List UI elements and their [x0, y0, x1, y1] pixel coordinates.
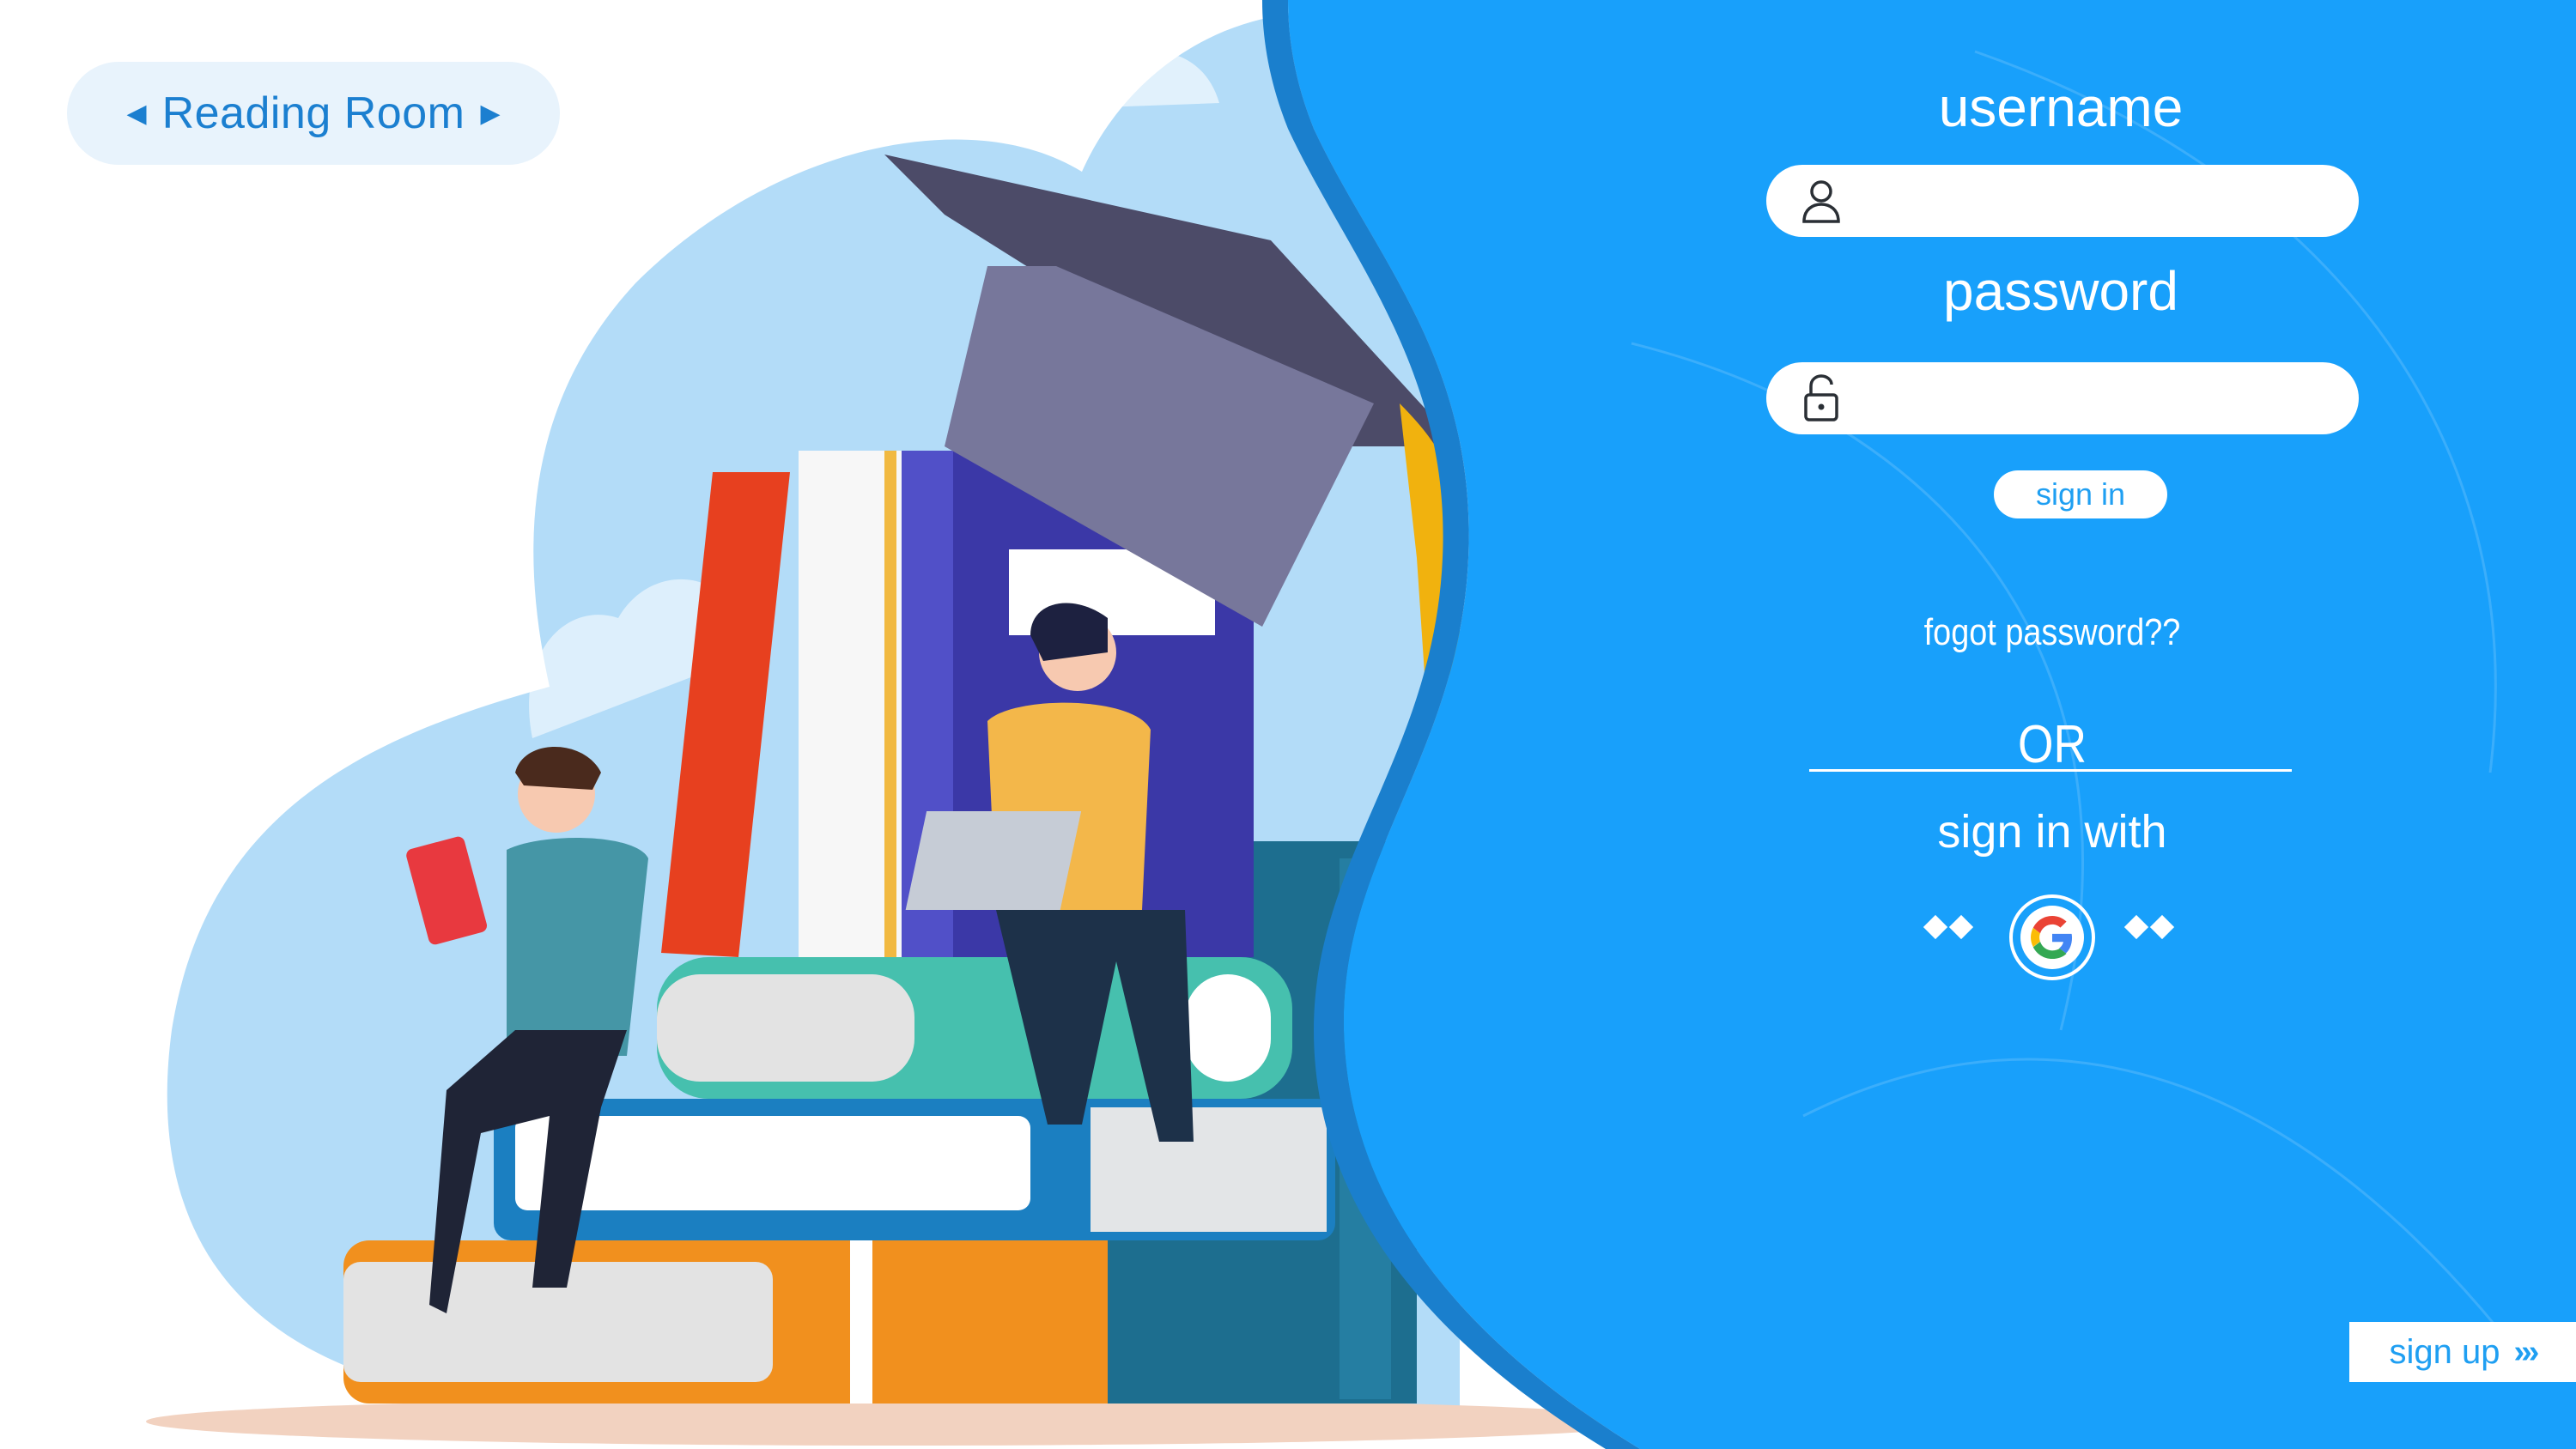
password-input[interactable]: [1862, 378, 2333, 419]
triple-chevron-right-icon: ›››: [2513, 1333, 2540, 1370]
forgot-password-link[interactable]: fogot password??: [1882, 611, 2222, 654]
sign-up-button[interactable]: sign up ›››: [2349, 1322, 2576, 1382]
password-label: password: [1943, 260, 2178, 322]
sign-in-with-label: sign in with: [1937, 806, 2167, 858]
username-label: username: [1938, 76, 2184, 138]
book-white-stripe: [884, 451, 896, 957]
diamond-icon: [1948, 914, 1974, 940]
brand-pill[interactable]: ◀ Reading Room ▶: [67, 62, 560, 165]
password-field[interactable]: [1766, 362, 2359, 434]
cloud-puff-top: [987, 52, 1219, 112]
diamond-icon: [2123, 914, 2149, 940]
man-hair: [1030, 603, 1108, 661]
diamond-icon: [2149, 914, 2175, 940]
brand-name: Reading Room: [161, 88, 465, 138]
username-input[interactable]: [1862, 180, 2333, 221]
sign-in-button[interactable]: sign in: [1994, 470, 2167, 518]
book-orange-stripe-1: [850, 1240, 872, 1404]
login-screen: ◀ Reading Room ▶ username password sign …: [0, 0, 2576, 1449]
padlock-icon: [1797, 374, 1845, 422]
laptop: [905, 811, 1082, 910]
caret-left-icon[interactable]: ◀: [126, 99, 146, 129]
woman-body: [507, 838, 648, 1056]
user-icon: [1797, 177, 1845, 225]
google-signin-button[interactable]: [2009, 894, 2095, 980]
diamond-decoration-right: [2123, 914, 2175, 940]
book-green-pages-2: [1185, 974, 1271, 1082]
or-divider-line: [1809, 769, 2292, 772]
google-icon: [2020, 906, 2084, 969]
sign-up-label: sign up: [2389, 1332, 2500, 1371]
book-green-pages: [657, 974, 914, 1082]
caret-right-icon[interactable]: ▶: [480, 99, 500, 129]
book-small-grey: [1091, 1107, 1327, 1232]
diamond-icon: [1923, 914, 1948, 940]
ground-shadow: [146, 1397, 1657, 1446]
diamond-decoration-left: [1923, 914, 1974, 940]
username-field[interactable]: [1766, 165, 2359, 237]
or-divider-label: OR: [2018, 715, 2087, 774]
